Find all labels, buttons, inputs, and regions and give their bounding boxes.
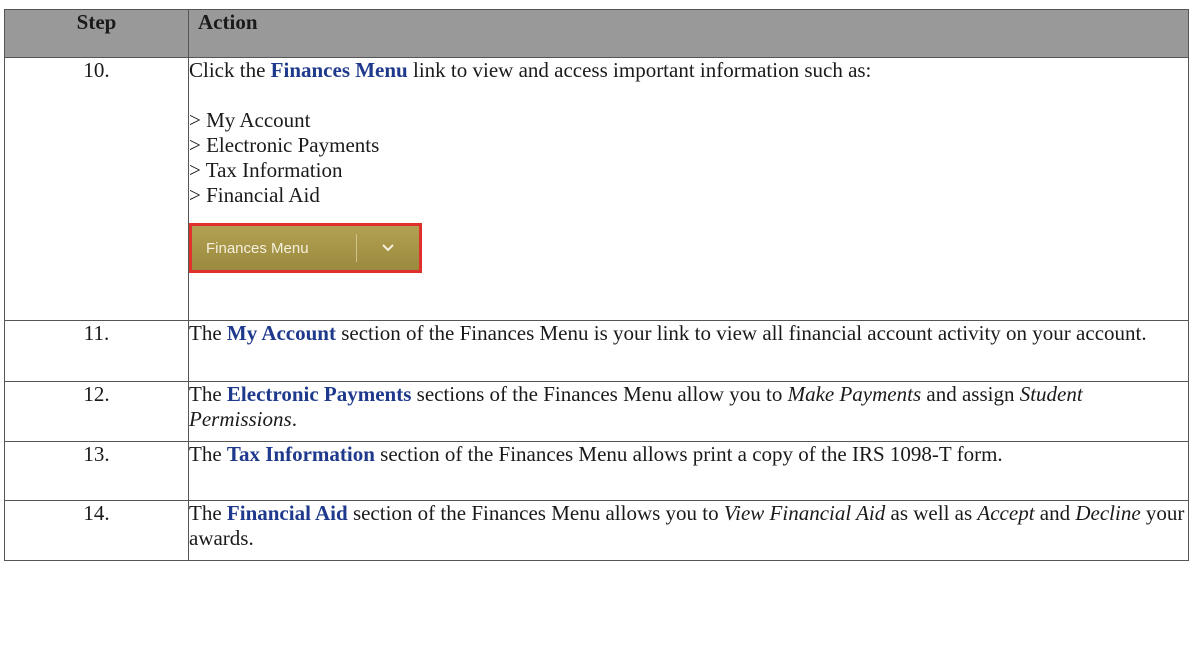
action-cell: The Tax Information section of the Finan… <box>188 441 1189 501</box>
action-cell: The Electronic Payments sections of the … <box>188 381 1189 442</box>
keyword-electronic-payments: Electronic Payments <box>226 382 412 406</box>
keyword-tax-information: Tax Information <box>226 442 375 466</box>
step-header: Step <box>4 9 189 58</box>
action-text: Click the Finances Menu link to view and… <box>189 58 872 82</box>
italic-decline: Decline <box>1075 501 1141 525</box>
step-row-13: 13. The Tax Information section of the F… <box>4 441 1189 501</box>
italic-view-financial-aid: View Financial Aid <box>723 501 886 525</box>
action-cell: Click the Finances Menu link to view and… <box>188 57 1189 321</box>
steps-table: Step Action 10. Click the Finances Menu … <box>4 9 1189 561</box>
action-cell: The Financial Aid section of the Finance… <box>188 500 1189 561</box>
keyword-financial-aid: Financial Aid <box>226 501 348 525</box>
step-row-14: 14. The Financial Aid section of the Fin… <box>4 500 1189 561</box>
chevron-down-icon[interactable] <box>357 243 419 253</box>
finances-menu-button[interactable]: Finances Menu <box>189 223 422 273</box>
finances-menu-label: Finances Menu <box>206 239 309 257</box>
header-row: Step Action <box>4 9 1189 58</box>
action-header: Action <box>188 9 1189 58</box>
italic-make-payments: Make Payments <box>787 382 922 406</box>
list-item: > Electronic Payments <box>189 133 380 157</box>
step-row-12: 12. The Electronic Payments sections of … <box>4 381 1189 442</box>
step-number: 11. <box>4 320 189 382</box>
menu-list: > My Account > Electronic Payments > Tax… <box>189 108 1188 208</box>
list-item: > Financial Aid <box>189 183 320 207</box>
italic-accept: Accept <box>977 501 1035 525</box>
list-item: > My Account <box>189 108 311 132</box>
keyword-my-account: My Account <box>226 321 336 345</box>
step-number: 14. <box>4 500 189 561</box>
step-row-11: 11. The My Account section of the Financ… <box>4 320 1189 382</box>
button-divider <box>356 234 357 262</box>
keyword-finances-menu: Finances Menu <box>270 58 408 82</box>
action-cell: The My Account section of the Finances M… <box>188 320 1189 382</box>
step-number: 13. <box>4 441 189 501</box>
step-row-10: 10. Click the Finances Menu link to view… <box>4 57 1189 321</box>
step-number: 12. <box>4 381 189 442</box>
step-number: 10. <box>4 57 189 321</box>
list-item: > Tax Information <box>189 158 343 182</box>
